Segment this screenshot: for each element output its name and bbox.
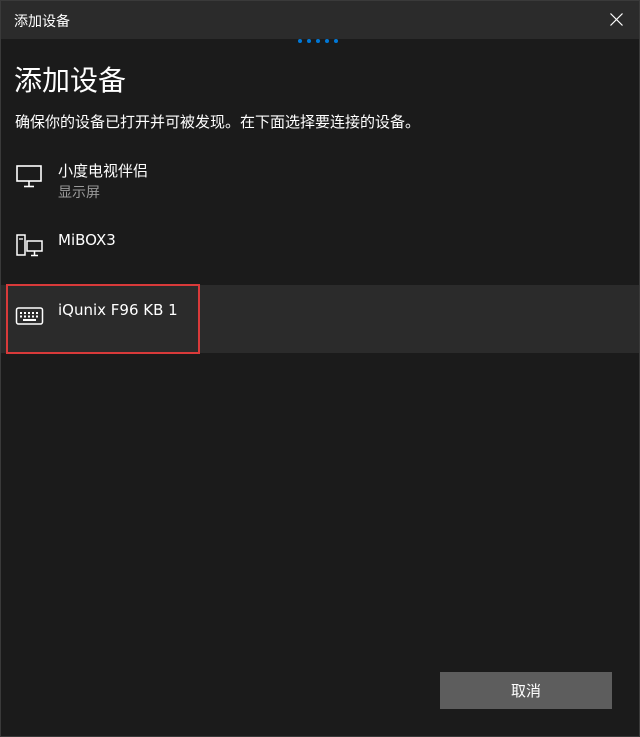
device-name: iQunix F96 KB 1 (58, 301, 178, 319)
add-device-window: 添加设备 添加设备 确保你的设备已打开并可被发现。在下面选择要连接的设备。 小度… (0, 0, 640, 737)
progress-dot (316, 39, 320, 43)
window-title: 添加设备 (14, 14, 70, 30)
page-title: 添加设备 (14, 64, 127, 97)
device-item-mibox3[interactable]: MiBOX3 (1, 215, 639, 283)
page-subtitle: 确保你的设备已打开并可被发现。在下面选择要连接的设备。 (15, 113, 421, 131)
close-button[interactable] (593, 1, 639, 39)
device-item-xiaodu[interactable]: 小度电视伴侣 显示屏 (1, 147, 639, 215)
progress-dot (325, 39, 329, 43)
cancel-button[interactable]: 取消 (440, 672, 612, 709)
progress-dot (334, 39, 338, 43)
device-item-iqunix-keyboard[interactable]: iQunix F96 KB 1 (1, 285, 639, 353)
device-name: MiBOX3 (58, 231, 116, 249)
progress-dot (298, 39, 302, 43)
monitor-icon (16, 165, 42, 188)
keyboard-icon (15, 307, 44, 325)
progress-dot (307, 39, 311, 43)
searching-progress-indicator (298, 39, 344, 45)
device-type: 显示屏 (58, 185, 100, 201)
computer-display-icon (16, 234, 43, 257)
title-bar: 添加设备 (1, 1, 639, 39)
close-icon (610, 13, 623, 26)
device-name: 小度电视伴侣 (58, 162, 149, 180)
